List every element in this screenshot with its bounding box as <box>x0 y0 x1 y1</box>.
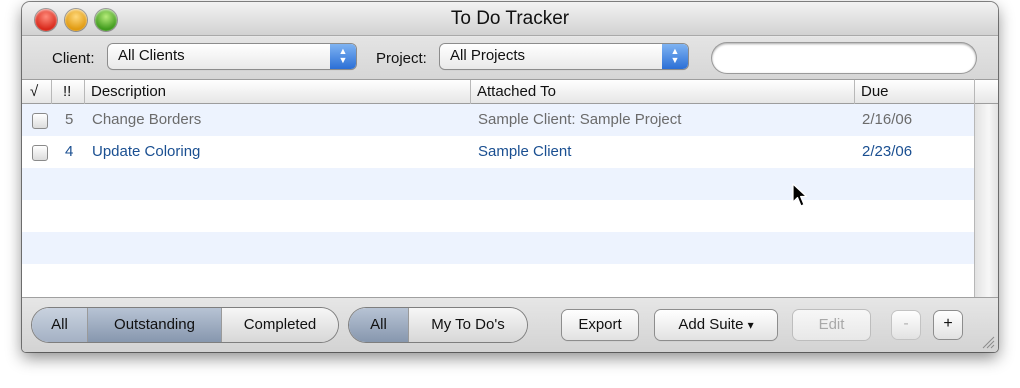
column-header-attached-to[interactable]: Attached To <box>471 80 855 104</box>
client-popup[interactable]: All Clients ▲ ▼ <box>108 44 356 69</box>
todo-table: √ !! Description Attached To Due 5 Chang… <box>22 79 974 297</box>
filter-outstanding-button[interactable]: Outstanding <box>88 308 222 342</box>
up-down-arrows-icon: ▲ ▼ <box>330 44 356 69</box>
add-suite-button[interactable]: Add Suite ▾ <box>655 310 777 340</box>
up-down-arrows-icon: ▲ ▼ <box>662 44 688 69</box>
title-bar[interactable]: To Do Tracker <box>22 2 998 36</box>
description-cell: Update Coloring <box>92 143 201 160</box>
owner-filter-segmented-control: All My To Do's <box>349 308 527 342</box>
filter-all-button[interactable]: All <box>32 308 88 342</box>
column-header-done[interactable]: √ <box>22 80 52 104</box>
empty-row <box>22 232 974 264</box>
vertical-scrollbar[interactable] <box>974 79 998 297</box>
description-cell: Change Borders <box>92 111 202 128</box>
table-row[interactable]: 5 Change Borders Sample Client: Sample P… <box>22 104 974 136</box>
due-cell: 2/16/06 <box>862 111 913 128</box>
empty-row <box>22 264 974 296</box>
owner-all-button[interactable]: All <box>349 308 409 342</box>
resize-grip-icon[interactable] <box>981 335 995 349</box>
add-button[interactable]: + <box>934 311 962 339</box>
table-row[interactable]: 4 Update Coloring Sample Client 2/23/06 <box>22 136 974 168</box>
due-cell: 2/23/06 <box>862 143 913 160</box>
column-header-due[interactable]: Due <box>855 80 974 104</box>
table-header: √ !! Description Attached To Due <box>22 79 974 104</box>
mouse-pointer-icon <box>792 183 808 207</box>
client-label: Client: <box>52 50 95 67</box>
priority-cell: 4 <box>65 143 74 160</box>
project-popup[interactable]: All Projects ▲ ▼ <box>440 44 688 69</box>
empty-row <box>22 200 974 232</box>
search-input[interactable] <box>712 43 976 73</box>
column-header-priority[interactable]: !! <box>52 80 85 104</box>
attached-to-cell: Sample Client <box>478 143 572 160</box>
edit-button[interactable]: Edit <box>793 310 870 340</box>
window-title: To Do Tracker <box>450 8 570 29</box>
bottom-bar: All Outstanding Completed All My To Do's… <box>22 297 998 352</box>
done-checkbox[interactable] <box>32 145 48 161</box>
status-filter-segmented-control: All Outstanding Completed <box>32 308 338 342</box>
filter-toolbar: Client: All Clients ▲ ▼ Project: All Proj… <box>22 37 998 79</box>
project-label: Project: <box>376 50 427 67</box>
column-header-description[interactable]: Description <box>85 80 471 104</box>
empty-row <box>22 168 974 200</box>
owner-my-todos-button[interactable]: My To Do's <box>409 308 527 342</box>
attached-to-cell: Sample Client: Sample Project <box>478 111 682 128</box>
dropdown-arrow-icon: ▾ <box>747 318 754 332</box>
app-window: To Do Tracker Client: All Clients ▲ ▼ Pro… <box>22 2 998 352</box>
filter-completed-button[interactable]: Completed <box>222 308 338 342</box>
scrollbar-corner <box>975 79 998 104</box>
project-popup-value: All Projects <box>450 47 526 64</box>
export-button[interactable]: Export <box>562 310 638 340</box>
priority-cell: 5 <box>65 111 74 128</box>
client-popup-value: All Clients <box>118 47 185 64</box>
done-checkbox[interactable] <box>32 113 48 129</box>
add-suite-label: Add Suite <box>678 316 744 333</box>
table-body: 5 Change Borders Sample Client: Sample P… <box>22 104 974 296</box>
remove-button[interactable]: - <box>892 311 920 339</box>
